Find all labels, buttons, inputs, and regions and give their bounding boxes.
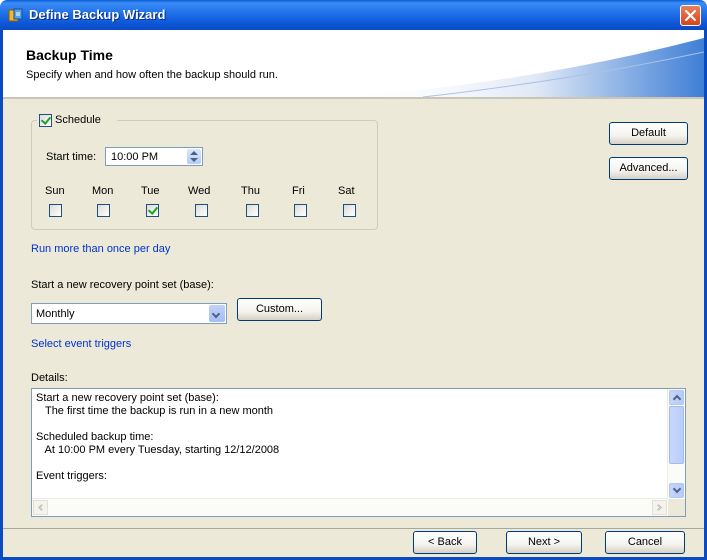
recovery-point-label: Start a new recovery point set (base): <box>31 279 214 291</box>
day-label-sat: Sat <box>338 185 355 197</box>
advanced-button[interactable]: Advanced... <box>609 157 688 180</box>
day-checkbox-sun[interactable] <box>49 204 62 217</box>
day-label-sun: Sun <box>45 185 65 197</box>
cancel-button[interactable]: Cancel <box>605 531 685 554</box>
start-time-label: Start time: <box>46 151 97 163</box>
page-title: Backup Time <box>26 47 113 63</box>
close-icon <box>684 9 697 22</box>
scroll-up-icon[interactable] <box>669 390 684 405</box>
backup-wizard-icon <box>8 8 23 22</box>
day-label-tue: Tue <box>141 185 160 197</box>
default-button[interactable]: Default <box>609 122 688 145</box>
scroll-down-icon[interactable] <box>669 483 684 498</box>
title-bar[interactable]: Define Backup Wizard <box>0 0 707 30</box>
custom-button[interactable]: Custom... <box>237 298 322 321</box>
run-more-than-once-link[interactable]: Run more than once per day <box>31 243 170 255</box>
details-text: Start a new recovery point set (base): T… <box>36 392 280 482</box>
start-time-spinner[interactable]: 10:00 PM <box>105 147 203 166</box>
wizard-footer: < Back Next > Cancel <box>3 529 704 557</box>
recovery-point-select[interactable]: Monthly <box>31 303 227 324</box>
day-checkbox-thu[interactable] <box>246 204 259 217</box>
window-title: Define Backup Wizard <box>29 7 166 22</box>
horizontal-scrollbar[interactable] <box>32 498 668 516</box>
day-label-fri: Fri <box>292 185 305 197</box>
details-label: Details: <box>31 372 68 384</box>
day-label-thu: Thu <box>241 185 260 197</box>
next-button[interactable]: Next > <box>506 531 582 554</box>
day-checkbox-tue[interactable] <box>146 204 159 217</box>
details-box[interactable]: Start a new recovery point set (base): T… <box>31 388 686 517</box>
page-subtitle: Specify when and how often the backup sh… <box>26 69 278 81</box>
day-checkbox-wed[interactable] <box>195 204 208 217</box>
vertical-scrollbar[interactable] <box>667 389 685 499</box>
recovery-point-value: Monthly <box>36 308 75 320</box>
day-checkbox-fri[interactable] <box>294 204 307 217</box>
scroll-right-icon[interactable] <box>652 500 667 515</box>
day-checkbox-mon[interactable] <box>97 204 110 217</box>
scroll-left-icon[interactable] <box>33 500 48 515</box>
start-time-value[interactable]: 10:00 PM <box>111 151 158 163</box>
spin-arrows-icon[interactable] <box>187 149 201 164</box>
day-label-wed: Wed <box>188 185 211 197</box>
wizard-body: Schedule Start time: 10:00 PM Sun Mon Tu… <box>3 99 704 528</box>
header-wave-decoration <box>333 38 704 97</box>
select-event-triggers-link[interactable]: Select event triggers <box>31 338 131 350</box>
day-checkbox-sat[interactable] <box>343 204 356 217</box>
scroll-thumb[interactable] <box>669 406 684 464</box>
close-button[interactable] <box>680 5 701 26</box>
schedule-label: Schedule <box>55 114 101 126</box>
wizard-header: Backup Time Specify when and how often t… <box>3 30 704 97</box>
day-label-mon: Mon <box>92 185 114 197</box>
chevron-down-icon[interactable] <box>209 305 225 322</box>
back-button[interactable]: < Back <box>413 531 477 554</box>
schedule-checkbox[interactable] <box>39 114 52 127</box>
